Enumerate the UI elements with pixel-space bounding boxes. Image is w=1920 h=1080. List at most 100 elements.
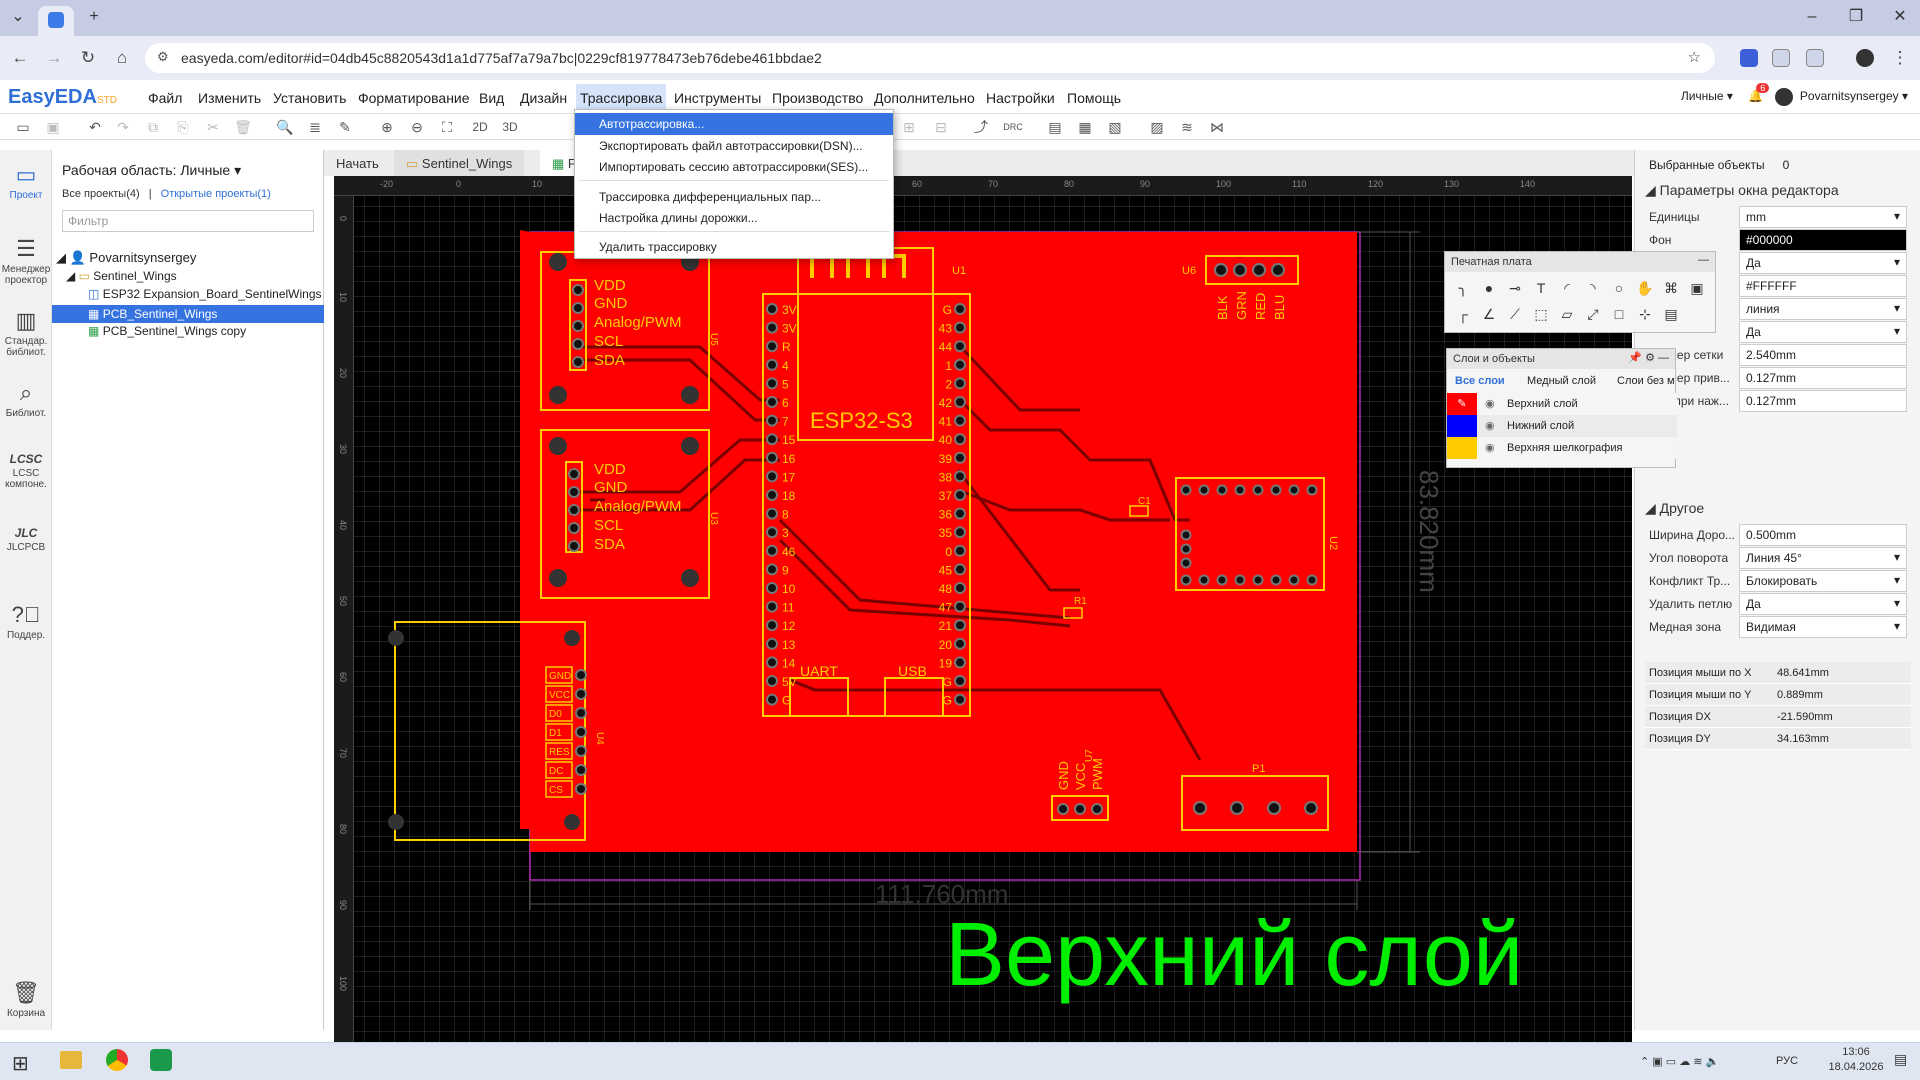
gerber-icon[interactable]: ▦ (1076, 118, 1094, 136)
tab-schematic[interactable]: ▭ Sentinel_Wings (394, 150, 525, 176)
import-ses-item[interactable]: Импортировать сессию автотрассировки(SES… (575, 156, 893, 178)
pcb-tool-icon[interactable]: ⊸ (1505, 278, 1525, 298)
autoroute-item[interactable]: Автотрассировка... (575, 113, 893, 135)
notifications-icon[interactable]: ▤ (1894, 1051, 1907, 1068)
back-icon[interactable]: ← (8, 46, 32, 70)
reload-icon[interactable]: ↻ (76, 46, 100, 70)
param-select[interactable]: Да (1739, 252, 1907, 274)
profile-avatar[interactable] (1856, 49, 1874, 67)
pcb-tool-icon[interactable]: ▣ (1687, 278, 1707, 298)
trash-nav[interactable]: 🗑 Корзина (0, 980, 52, 1019)
eye-icon[interactable]: ◉ (1485, 419, 1495, 432)
param-select[interactable]: Да (1739, 593, 1907, 615)
layer-row-silk[interactable]: ◉ Верхняя шелкография (1447, 437, 1677, 459)
new-tab-icon[interactable]: + (82, 6, 106, 28)
menu-place[interactable]: Установить (273, 90, 346, 106)
param-input[interactable]: 2.540mm (1739, 344, 1907, 366)
browser-menu-icon[interactable]: ⋮ (1888, 46, 1912, 70)
diff-pair-item[interactable]: Трассировка дифференциальных пар... (575, 186, 893, 208)
param-select[interactable]: Да (1739, 321, 1907, 343)
support-nav[interactable]: ?⃝ Поддер. (0, 602, 52, 641)
url-field[interactable]: ⚙ easyeda.com/editor#id=04db45c8820543d1… (145, 43, 1715, 73)
pcb-tool-icon[interactable]: ⊹ (1635, 304, 1655, 324)
pencil-icon[interactable]: ✎ (1447, 393, 1477, 415)
share-icon[interactable]: ⋈ (1208, 118, 1226, 136)
panel-minimize-icon[interactable]: — (1698, 254, 1709, 266)
menu-tools[interactable]: Инструменты (674, 90, 761, 106)
lcsc-nav[interactable]: LCSC LCSC компоне. (0, 452, 52, 490)
tab-non-copper[interactable]: Слои без м (1617, 375, 1675, 387)
pcb-tool-icon[interactable]: ┌ (1453, 304, 1473, 324)
bom-icon[interactable]: ▤ (1046, 118, 1064, 136)
library-nav[interactable]: ⌕ Библиот. (0, 380, 52, 419)
find-similar-icon[interactable]: ≣ (306, 118, 324, 136)
route-icon[interactable]: ⤴ (972, 118, 990, 136)
pcb-tool-icon[interactable]: ▱ (1557, 304, 1577, 324)
explorer-icon[interactable] (60, 1051, 82, 1069)
pcb-tool-icon[interactable]: ✋ (1635, 278, 1655, 298)
layer-row-bottom[interactable]: ◉ Нижний слой (1447, 415, 1677, 437)
new-icon[interactable]: ▭ (14, 118, 32, 136)
param-select[interactable]: mm (1739, 206, 1907, 228)
user-name[interactable]: Povarnitsynsergey (1800, 89, 1899, 103)
restore-icon[interactable]: ❐ (1844, 6, 1868, 28)
puzzle-icon[interactable] (1806, 49, 1824, 67)
param-select[interactable]: линия (1739, 298, 1907, 320)
pcb-tool-icon[interactable]: ╮ (1453, 278, 1473, 298)
param-select[interactable]: Блокировать (1739, 570, 1907, 592)
minimize-icon[interactable]: – (1800, 6, 1824, 28)
user-avatar[interactable] (1774, 88, 1793, 106)
menu-settings[interactable]: Настройки (986, 90, 1055, 106)
param-input[interactable]: 0.127mm (1739, 367, 1907, 389)
battery-icon[interactable]: ▭ (1666, 1056, 1676, 1068)
tree-file-schematic[interactable]: ◫ ESP32 Expansion_Board_SentinelWings (88, 287, 322, 301)
param-input[interactable]: #000000 (1739, 229, 1907, 251)
project-nav[interactable]: ▭ Проект (0, 162, 52, 201)
volume-icon[interactable]: 🔈 (1706, 1056, 1720, 1068)
all-projects-link[interactable]: Все проекты(4) (62, 188, 140, 200)
language-indicator[interactable]: РУС (1776, 1055, 1798, 1067)
wifi-icon[interactable]: ≋ (1693, 1056, 1702, 1068)
home-icon[interactable]: ⌂ (110, 46, 134, 70)
layer-row-top[interactable]: ✎ ◉ Верхний слой (1447, 393, 1677, 415)
menu-route[interactable]: Трассировка (576, 84, 667, 112)
fit-icon[interactable]: ⛶ (438, 118, 456, 136)
pick-place-icon[interactable]: ▧ (1106, 118, 1124, 136)
pcb-tool-icon[interactable]: ◝ (1583, 278, 1603, 298)
extension-icon[interactable] (1772, 49, 1790, 67)
zoom-in-icon[interactable]: ⊕ (378, 118, 396, 136)
open-projects-link[interactable]: Открытые проекты(1) (161, 188, 271, 200)
menu-format[interactable]: Форматирование (358, 90, 470, 106)
save-icon[interactable]: ▣ (44, 118, 62, 136)
bell-icon[interactable]: 🔔 6 (1748, 83, 1770, 103)
pcb-tool-icon[interactable]: ⤢ (1583, 304, 1603, 324)
view-3d-button[interactable]: 3D (498, 118, 522, 136)
highlight-icon[interactable]: ✎ (336, 118, 354, 136)
pcb-tool-icon[interactable]: ⌘ (1661, 278, 1681, 298)
zoom-out-icon[interactable]: ⊖ (408, 118, 426, 136)
chrome-icon[interactable] (106, 1049, 128, 1071)
eye-icon[interactable]: ◉ (1485, 397, 1495, 410)
layers-icon[interactable]: ≋ (1178, 118, 1196, 136)
pcb-tool-icon[interactable]: ○ (1609, 278, 1629, 298)
layer-color-swatch[interactable] (1447, 437, 1477, 459)
pcb-tool-icon[interactable]: ▤ (1661, 304, 1681, 324)
redo-icon[interactable]: ↷ (114, 118, 132, 136)
copy-icon[interactable]: ⧉ (144, 118, 162, 136)
tab-copper-layers[interactable]: Медный слой (1527, 375, 1596, 387)
browser-tab[interactable] (38, 6, 74, 36)
start-icon[interactable]: ⊞ (12, 1051, 29, 1076)
pcb-tool-icon[interactable]: ∠ (1479, 304, 1499, 324)
search-icon[interactable]: 🔍 (276, 118, 294, 136)
network-icon[interactable]: ☁ (1679, 1056, 1690, 1068)
image-icon[interactable]: ▨ (1148, 118, 1166, 136)
param-input[interactable]: 0.127mm (1739, 390, 1907, 412)
pcb-tool-icon[interactable]: ⟋ (1505, 304, 1525, 324)
pin-icon[interactable]: 📌 (1628, 352, 1642, 364)
tab-list-icon[interactable]: ⌄ (6, 6, 30, 28)
export-dsn-item[interactable]: Экспортировать файл автотрассировки(DSN)… (575, 135, 893, 157)
menu-design[interactable]: Дизайн (520, 90, 567, 106)
menu-fabrication[interactable]: Производство (772, 90, 863, 106)
view-2d-button[interactable]: 2D (468, 118, 492, 136)
delete-icon[interactable]: 🗑 (234, 118, 252, 136)
